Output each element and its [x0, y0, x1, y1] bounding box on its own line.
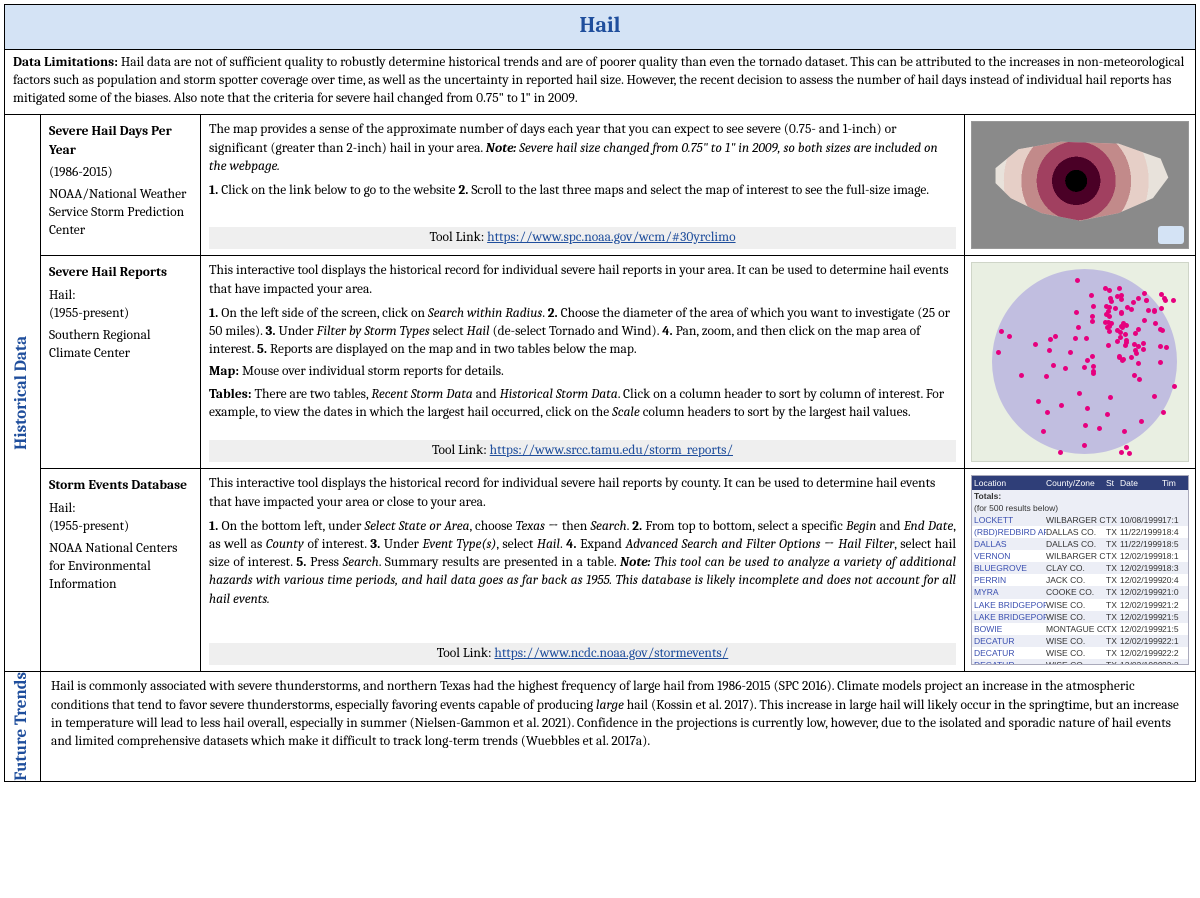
resource-row: Severe Hail Days Per Year (1986-2015) NO… — [41, 115, 1195, 256]
resource-thumbnail — [965, 115, 1195, 255]
limitations-text: Hail data are not of sufficient quality … — [13, 55, 1184, 106]
resource-body: This interactive tool displays the histo… — [201, 469, 965, 671]
tool-link-bar: Tool Link: https://www.srcc.tamu.edu/sto… — [209, 440, 956, 462]
resource-title: Severe Hail Days Per Year — [49, 123, 194, 159]
storm-events-table-icon: LocationCounty/ZoneStDateTimTotals:(for … — [971, 475, 1189, 665]
resource-row: Severe Hail Reports Hail: (1955-present)… — [41, 256, 1195, 469]
tool-link-bar: Tool Link: https://www.ncdc.noaa.gov/sto… — [209, 643, 956, 665]
resource-thumbnail — [965, 256, 1195, 468]
page-title: Hail — [5, 5, 1195, 50]
future-sidebar-label: Future Trends — [5, 672, 41, 781]
resource-thumbnail: LocationCounty/ZoneStDateTimTotals:(for … — [965, 469, 1195, 671]
resource-title: Severe Hail Reports — [49, 264, 194, 282]
resource-title: Storm Events Database — [49, 477, 194, 495]
future-trends-section: Future Trends Hail is commonly associate… — [5, 672, 1195, 781]
resource-meta: Severe Hail Days Per Year (1986-2015) NO… — [41, 115, 201, 255]
tool-link[interactable]: https://www.ncdc.noaa.gov/stormevents/ — [494, 646, 728, 661]
resource-meta: Storm Events Database Hail: (1955-presen… — [41, 469, 201, 671]
data-limitations-box: Data Limitations: Hail data are not of s… — [5, 50, 1195, 116]
resource-meta: Severe Hail Reports Hail: (1955-present)… — [41, 256, 201, 468]
hail-days-map-icon — [971, 121, 1189, 249]
resource-row: Storm Events Database Hail: (1955-presen… — [41, 469, 1195, 671]
limitations-label: Data Limitations: — [13, 55, 118, 70]
page-container: Hail Data Limitations: Hail data are not… — [4, 4, 1196, 782]
historical-sidebar-label: Historical Data — [5, 115, 41, 671]
tool-link[interactable]: https://www.spc.noaa.gov/wcm/#30yrclimo — [487, 230, 735, 245]
resource-body: The map provides a sense of the approxim… — [201, 115, 965, 255]
hail-reports-map-icon — [971, 262, 1189, 462]
tool-link[interactable]: https://www.srcc.tamu.edu/storm_reports/ — [490, 443, 733, 458]
tool-link-bar: Tool Link: https://www.spc.noaa.gov/wcm/… — [209, 227, 956, 249]
historical-section: Historical Data Severe Hail Days Per Yea… — [5, 115, 1195, 672]
future-trends-text: Hail is commonly associated with severe … — [41, 672, 1195, 781]
resource-body: This interactive tool displays the histo… — [201, 256, 965, 468]
